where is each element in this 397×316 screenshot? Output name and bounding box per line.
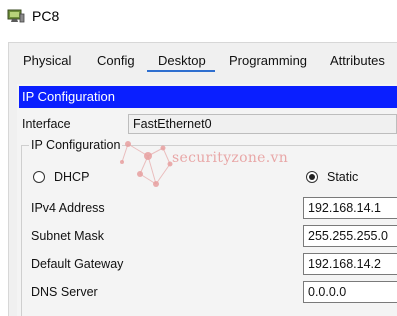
dns-server-label: DNS Server	[31, 285, 98, 299]
ip-configuration-group-title: IP Configuration	[29, 138, 123, 152]
subnet-mask-input[interactable]: 255.255.255.0	[303, 225, 397, 247]
static-radio[interactable]	[306, 171, 318, 183]
pc-icon	[7, 9, 25, 23]
ip-configuration-header: IP Configuration	[19, 86, 397, 108]
tab-programming[interactable]: Programming	[229, 53, 307, 68]
interface-label: Interface	[22, 117, 71, 131]
tab-config[interactable]: Config	[97, 53, 135, 68]
dhcp-radio[interactable]	[33, 171, 45, 183]
active-tab-indicator	[147, 70, 215, 72]
static-label: Static	[327, 170, 359, 184]
title-bar: PC8	[0, 0, 397, 34]
interface-select[interactable]: FastEthernet0	[128, 114, 397, 134]
ipv4-address-label: IPv4 Address	[31, 201, 105, 215]
ipv4-address-input[interactable]: 192.168.14.1	[303, 197, 397, 219]
dhcp-label: DHCP	[54, 170, 90, 184]
tab-desktop[interactable]: Desktop	[158, 53, 206, 68]
default-gateway-input[interactable]: 192.168.14.2	[303, 253, 397, 275]
app-window: PC8 Physical Config Desktop Programming …	[0, 0, 397, 316]
subnet-mask-label: Subnet Mask	[31, 229, 104, 243]
watermark-text: securityzone.vn	[172, 150, 289, 166]
window-title: PC8	[32, 8, 60, 24]
tab-physical[interactable]: Physical	[23, 53, 71, 68]
dns-server-input[interactable]: 0.0.0.0	[303, 281, 397, 303]
default-gateway-label: Default Gateway	[31, 257, 124, 271]
tab-attributes[interactable]: Attributes	[330, 53, 385, 68]
